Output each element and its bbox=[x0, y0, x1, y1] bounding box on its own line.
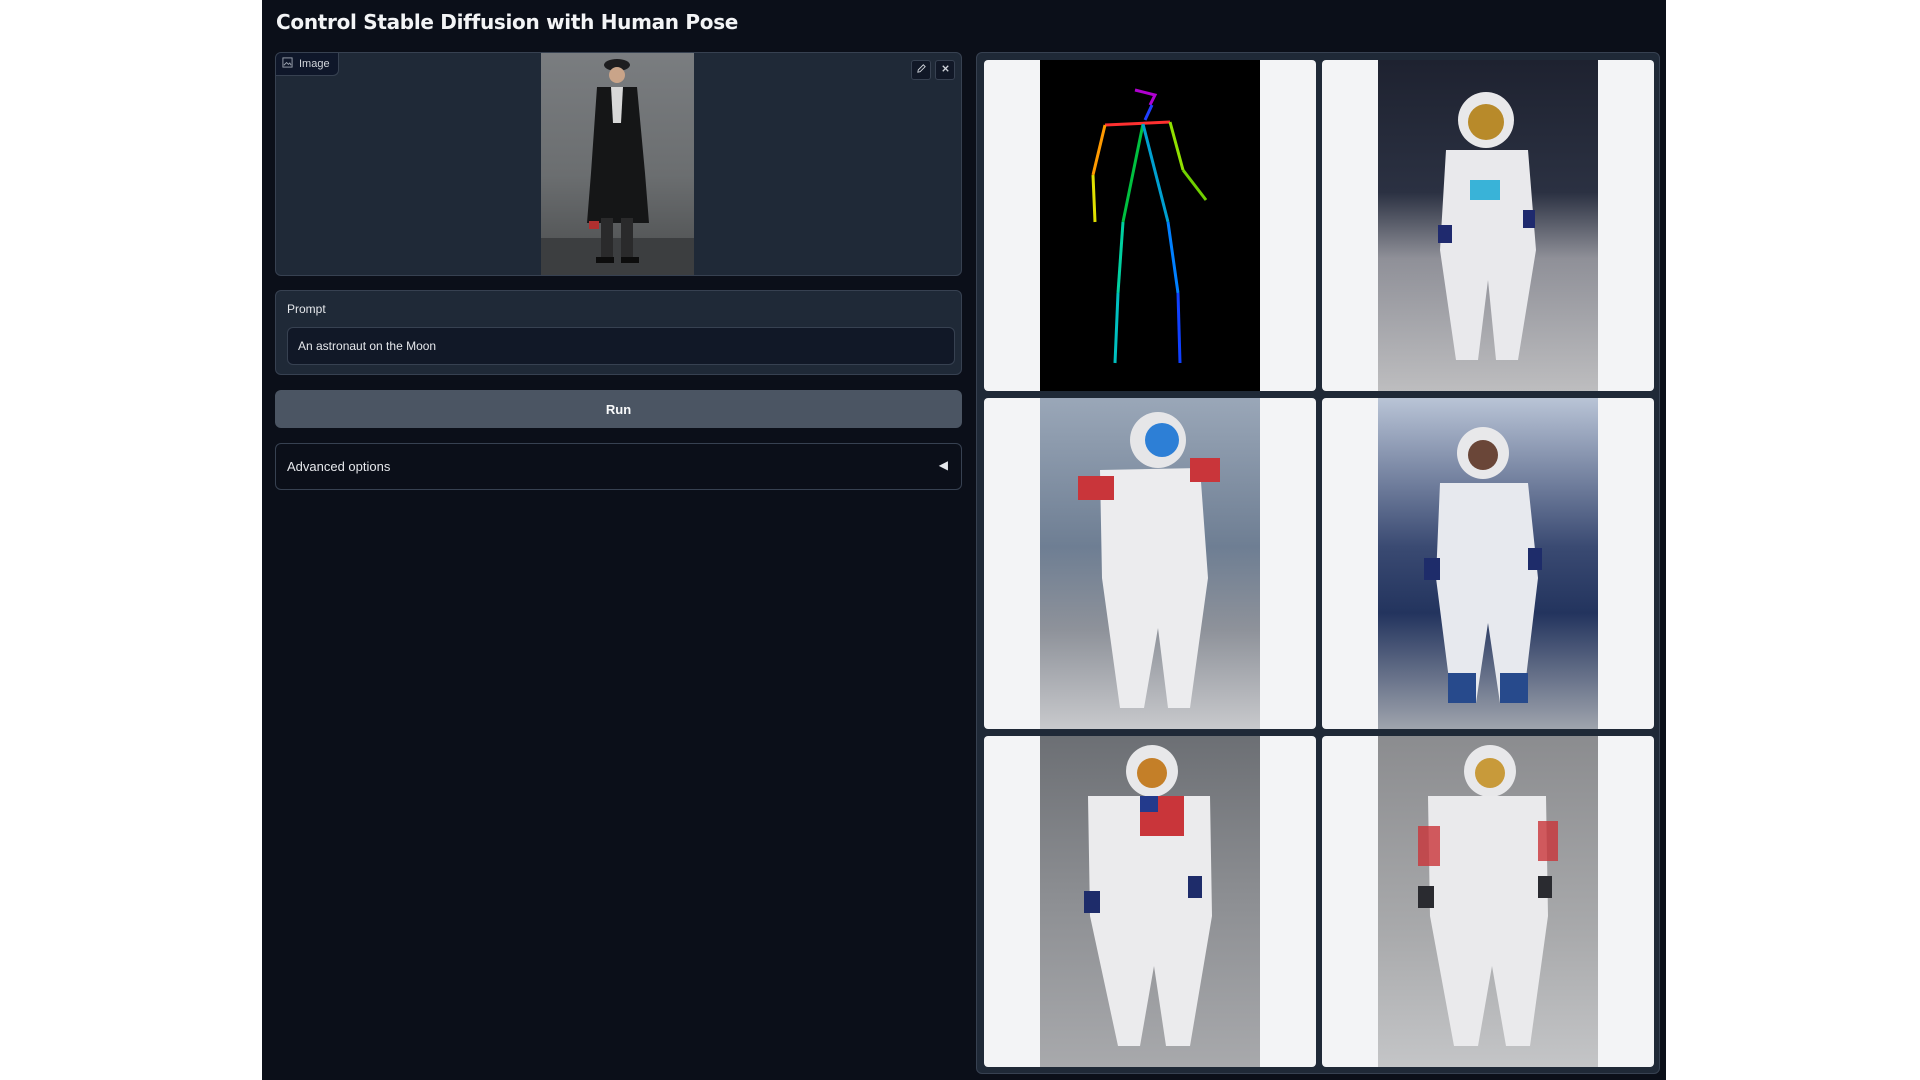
astronaut-image bbox=[1378, 398, 1598, 729]
gallery-item-1[interactable] bbox=[1322, 60, 1654, 391]
edit-button[interactable] bbox=[911, 60, 931, 80]
output-gallery bbox=[976, 52, 1660, 1074]
run-button[interactable]: Run bbox=[275, 390, 962, 428]
gallery-item-2[interactable] bbox=[984, 398, 1316, 729]
astronaut-image bbox=[1040, 398, 1260, 729]
prompt-input[interactable]: An astronaut on the Moon bbox=[287, 327, 955, 365]
image-label: Image bbox=[276, 53, 339, 76]
advanced-options-accordion[interactable]: Advanced options ◀ bbox=[275, 443, 962, 490]
collapse-arrow-icon: ◀ bbox=[938, 458, 948, 472]
pencil-icon bbox=[916, 61, 927, 79]
image-icon bbox=[282, 57, 293, 71]
gallery-item-pose[interactable] bbox=[984, 60, 1316, 391]
close-icon bbox=[940, 61, 951, 79]
image-input[interactable]: Image bbox=[275, 52, 962, 276]
gallery-item-3[interactable] bbox=[1322, 398, 1654, 729]
input-photo bbox=[541, 53, 694, 275]
pose-skeleton-image bbox=[1040, 60, 1260, 391]
image-toolbar bbox=[911, 60, 955, 80]
clear-image-button[interactable] bbox=[935, 60, 955, 80]
astronaut-image bbox=[1378, 736, 1598, 1067]
prompt-label: Prompt bbox=[287, 302, 326, 316]
prompt-block: Prompt An astronaut on the Moon bbox=[275, 290, 962, 375]
image-label-text: Image bbox=[299, 58, 330, 70]
page-title: Control Stable Diffusion with Human Pose bbox=[276, 10, 739, 34]
astronaut-image bbox=[1040, 736, 1260, 1067]
app-container: Control Stable Diffusion with Human Pose… bbox=[262, 0, 1666, 1080]
gallery-item-4[interactable] bbox=[984, 736, 1316, 1067]
advanced-options-label: Advanced options bbox=[287, 459, 391, 474]
astronaut-image bbox=[1378, 60, 1598, 391]
gallery-item-5[interactable] bbox=[1322, 736, 1654, 1067]
